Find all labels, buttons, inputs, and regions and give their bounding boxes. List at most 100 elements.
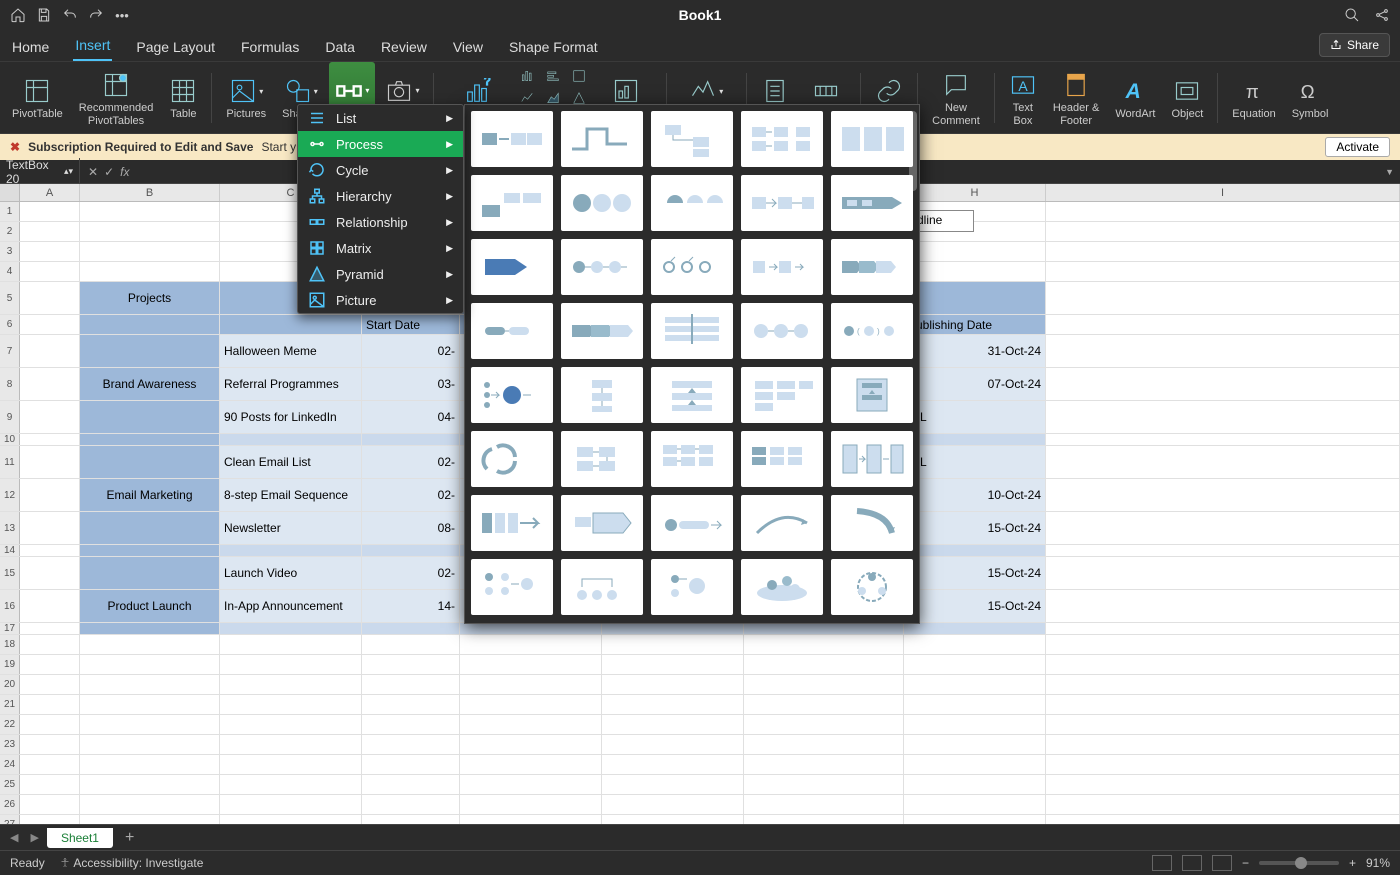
status-accessibility[interactable]: Accessibility: Investigate <box>59 856 204 870</box>
process-thumb-15[interactable] <box>471 303 553 359</box>
recommended-pivottables-button[interactable]: Recommended PivotTables <box>73 62 160 133</box>
process-thumb-33[interactable] <box>741 495 823 551</box>
process-thumb-35[interactable] <box>471 559 553 615</box>
expand-formula-icon[interactable]: ▼ <box>1379 167 1400 177</box>
smartart-pyramid[interactable]: Pyramid▶ <box>298 261 463 287</box>
process-thumb-29[interactable] <box>831 431 913 487</box>
process-thumb-34[interactable] <box>831 495 913 551</box>
zoom-slider[interactable] <box>1259 861 1339 865</box>
process-thumb-0[interactable] <box>471 111 553 167</box>
fx-icon[interactable]: fx <box>120 165 129 179</box>
process-thumb-38[interactable] <box>741 559 823 615</box>
process-thumb-30[interactable] <box>471 495 553 551</box>
smartart-process[interactable]: Process▶ <box>298 131 463 157</box>
header-footer-button[interactable]: Header & Footer <box>1047 62 1105 133</box>
enter-formula-icon[interactable]: ✓ <box>104 165 114 179</box>
tab-formulas[interactable]: Formulas <box>239 33 301 61</box>
pictures-button[interactable]: ▾Pictures <box>220 62 272 133</box>
process-thumb-5[interactable] <box>471 175 553 231</box>
sheet-nav-next[interactable]: ▶ <box>26 831 42 844</box>
new-comment-button[interactable]: New Comment <box>926 62 986 133</box>
process-thumb-13[interactable] <box>741 239 823 295</box>
name-box[interactable]: TextBox 20▴▾ <box>0 158 80 186</box>
process-thumb-14[interactable] <box>831 239 913 295</box>
add-sheet-button[interactable]: + <box>117 829 142 847</box>
smartart-list[interactable]: List▶ <box>298 105 463 131</box>
tab-home[interactable]: Home <box>10 33 51 61</box>
process-thumb-36[interactable] <box>561 559 643 615</box>
process-thumb-24[interactable] <box>831 367 913 423</box>
share-icon[interactable] <box>1374 7 1390 23</box>
more-icon[interactable]: ••• <box>114 7 130 23</box>
col-H[interactable]: H <box>904 184 1046 201</box>
process-thumb-22[interactable] <box>651 367 733 423</box>
process-thumb-1[interactable] <box>561 111 643 167</box>
process-thumb-27[interactable] <box>651 431 733 487</box>
tab-page-layout[interactable]: Page Layout <box>134 33 217 61</box>
tab-review[interactable]: Review <box>379 33 429 61</box>
zoom-in-button[interactable]: + <box>1349 856 1356 870</box>
equation-button[interactable]: πEquation <box>1226 62 1281 133</box>
floating-textbox[interactable]: dline <box>912 210 974 232</box>
smartart-hierarchy[interactable]: Hierarchy▶ <box>298 183 463 209</box>
search-icon[interactable] <box>1344 7 1360 23</box>
table-button[interactable]: Table <box>163 62 203 133</box>
undo-icon[interactable] <box>62 7 78 23</box>
process-thumb-32[interactable] <box>651 495 733 551</box>
pivottable-button[interactable]: PivotTable <box>6 62 69 133</box>
cancel-formula-icon[interactable]: ✕ <box>88 165 98 179</box>
process-thumb-3[interactable] <box>741 111 823 167</box>
process-thumb-11[interactable] <box>561 239 643 295</box>
col-A[interactable]: A <box>20 184 80 201</box>
process-thumb-20[interactable] <box>471 367 553 423</box>
zoom-level[interactable]: 91% <box>1366 856 1390 870</box>
process-thumb-39[interactable] <box>831 559 913 615</box>
process-thumb-6[interactable] <box>561 175 643 231</box>
process-thumb-8[interactable] <box>741 175 823 231</box>
view-page-break-icon[interactable] <box>1212 855 1232 871</box>
col-B[interactable]: B <box>80 184 220 201</box>
wordart-button[interactable]: AWordArt <box>1109 62 1161 133</box>
sheet-nav-prev[interactable]: ◀ <box>6 831 22 844</box>
text-box-button[interactable]: AText Box <box>1003 62 1043 133</box>
process-thumb-7[interactable] <box>651 175 733 231</box>
process-thumb-12[interactable] <box>651 239 733 295</box>
process-thumb-10[interactable] <box>471 239 553 295</box>
smartart-picture[interactable]: Picture▶ <box>298 287 463 313</box>
svg-text:Ω: Ω <box>1301 81 1315 102</box>
view-normal-icon[interactable] <box>1152 855 1172 871</box>
process-thumb-17[interactable] <box>651 303 733 359</box>
smartart-matrix[interactable]: Matrix▶ <box>298 235 463 261</box>
process-thumb-31[interactable] <box>561 495 643 551</box>
redo-icon[interactable] <box>88 7 104 23</box>
process-thumb-25[interactable] <box>471 431 553 487</box>
smartart-cycle[interactable]: Cycle▶ <box>298 157 463 183</box>
view-page-layout-icon[interactable] <box>1182 855 1202 871</box>
col-I[interactable]: I <box>1046 184 1400 201</box>
activate-button[interactable]: Activate <box>1325 137 1390 157</box>
object-button[interactable]: Object <box>1165 62 1209 133</box>
close-message-icon[interactable]: ✖ <box>10 140 20 154</box>
zoom-out-button[interactable]: − <box>1242 856 1249 870</box>
process-thumb-21[interactable] <box>561 367 643 423</box>
process-thumb-16[interactable] <box>561 303 643 359</box>
home-icon[interactable] <box>10 7 26 23</box>
tab-shape-format[interactable]: Shape Format <box>507 33 600 61</box>
process-thumb-19[interactable]: () <box>831 303 913 359</box>
process-thumb-26[interactable] <box>561 431 643 487</box>
process-thumb-23[interactable] <box>741 367 823 423</box>
process-thumb-37[interactable] <box>651 559 733 615</box>
save-icon[interactable] <box>36 7 52 23</box>
process-thumb-18[interactable] <box>741 303 823 359</box>
share-button[interactable]: Share <box>1319 33 1390 57</box>
tab-data[interactable]: Data <box>323 33 357 61</box>
process-thumb-2[interactable] <box>651 111 733 167</box>
smartart-relationship[interactable]: Relationship▶ <box>298 209 463 235</box>
tab-insert[interactable]: Insert <box>73 31 112 61</box>
process-thumb-9[interactable] <box>831 175 913 231</box>
process-thumb-28[interactable] <box>741 431 823 487</box>
sheet-tab-1[interactable]: Sheet1 <box>47 828 113 848</box>
tab-view[interactable]: View <box>451 33 485 61</box>
symbol-button[interactable]: ΩSymbol <box>1286 62 1335 133</box>
process-thumb-4[interactable] <box>831 111 913 167</box>
